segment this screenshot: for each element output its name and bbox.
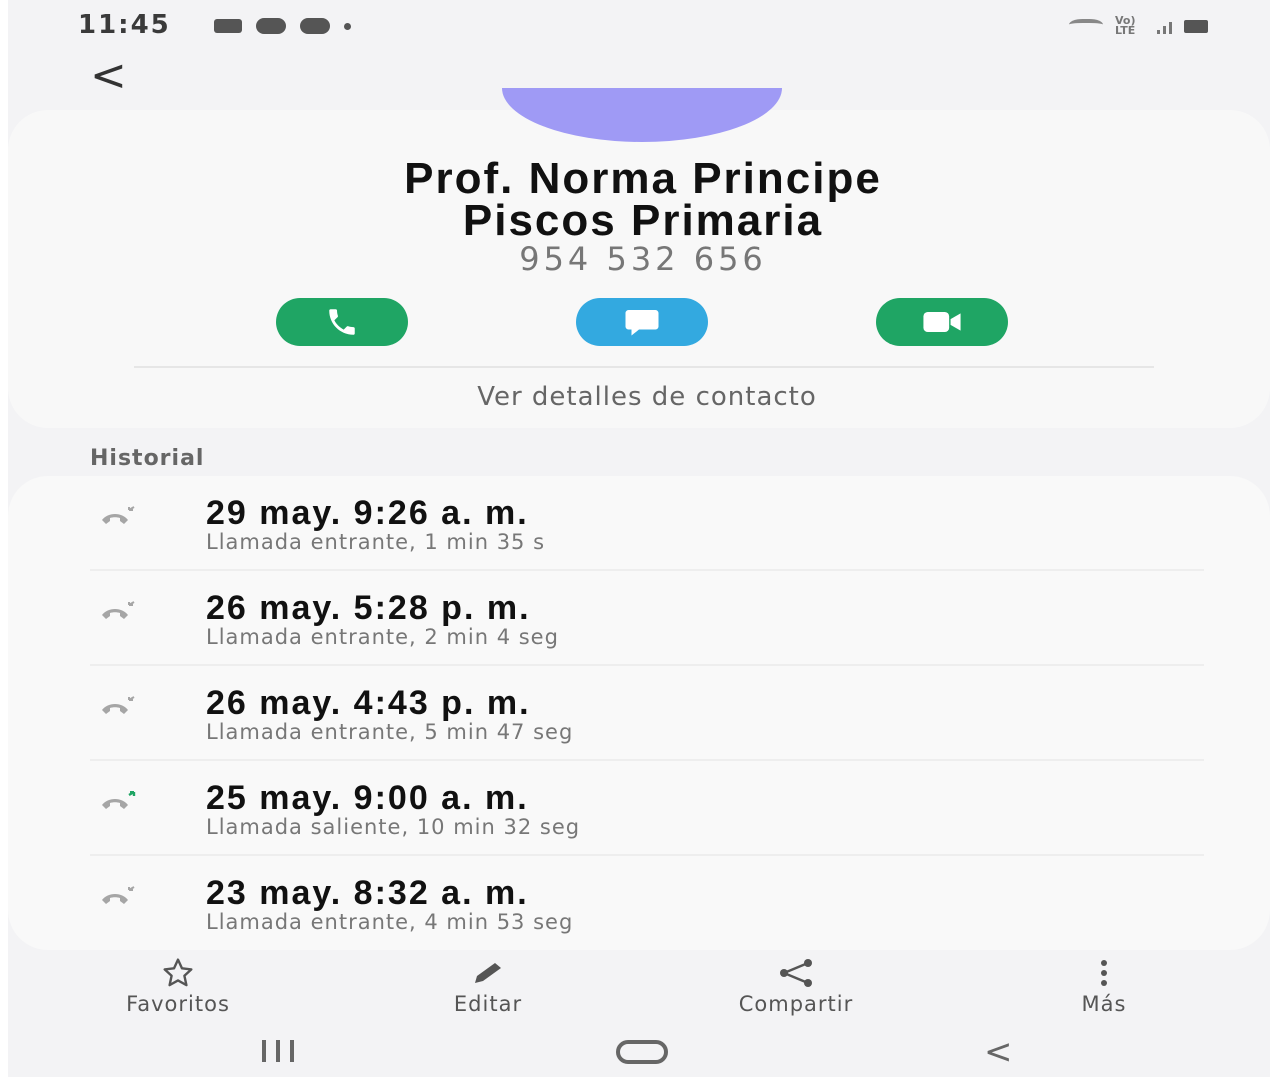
star-icon [68, 956, 288, 990]
view-contact-details-link[interactable]: Ver detalles de contacto [8, 382, 1272, 412]
edit-button[interactable]: Editar [378, 956, 598, 1016]
history-row-title: 26 may. 5:28 p. m. [206, 589, 531, 627]
share-label: Compartir [738, 992, 854, 1016]
more-notifications-dot-icon [344, 22, 351, 30]
recents-button[interactable] [262, 1040, 294, 1062]
status-time: 11:45 [78, 10, 171, 40]
gallery-notification-icon [214, 19, 242, 33]
favorites-button[interactable]: Favoritos [68, 956, 288, 1016]
history-row-subtitle: Llamada entrante, 5 min 47 seg [206, 720, 574, 744]
back-button[interactable]: < [90, 54, 127, 98]
share-button[interactable]: Compartir [686, 956, 906, 1016]
incoming-call-icon [98, 506, 138, 538]
history-row-subtitle: Llamada entrante, 4 min 53 seg [206, 910, 574, 934]
history-row-title: 29 may. 9:26 a. m. [206, 494, 529, 532]
incoming-call-icon [98, 601, 138, 633]
message-button[interactable] [576, 298, 708, 346]
contact-name-line2: Piscos Primaria [462, 196, 824, 245]
history-row[interactable]: 26 may. 4:43 p. m. Llamada entrante, 5 m… [8, 666, 1270, 761]
system-navigation-bar: < [8, 1030, 1270, 1074]
phone-icon [329, 309, 355, 335]
contact-name-line1: Prof. Norma Principe [404, 154, 882, 203]
video-call-button[interactable] [876, 298, 1008, 346]
history-row[interactable]: 29 may. 9:26 a. m. Llamada entrante, 1 m… [8, 476, 1270, 571]
wifi-icon [1069, 19, 1103, 33]
outgoing-call-icon [98, 790, 138, 823]
nav-back-button[interactable]: < [984, 1032, 1013, 1072]
history-row-subtitle: Llamada entrante, 2 min 4 seg [206, 625, 559, 649]
contact-name: Prof. Norma Principe Piscos Primaria [8, 154, 1272, 245]
pencil-icon [378, 956, 598, 990]
status-bar: 11:45 Vo) LTE [8, 6, 1270, 46]
system-status-icons: Vo) LTE [1069, 14, 1208, 37]
battery-icon [1184, 19, 1208, 33]
incoming-call-icon [98, 696, 138, 728]
more-vertical-icon [994, 956, 1214, 990]
history-row[interactable]: 25 may. 9:00 a. m. Llamada saliente, 10 … [8, 761, 1270, 856]
contact-phone: 954 532 656 [519, 240, 767, 278]
share-icon [686, 956, 906, 990]
more-label: Más [1081, 992, 1127, 1016]
signal-icon [1157, 18, 1172, 34]
app-notification-icon [256, 18, 286, 34]
bottom-action-bar: Favoritos Editar Compartir Más [8, 956, 1270, 1020]
divider [134, 366, 1154, 368]
history-row-title: 26 may. 4:43 p. m. [206, 684, 531, 722]
edit-label: Editar [453, 992, 523, 1016]
history-row-subtitle: Llamada saliente, 10 min 32 seg [206, 815, 581, 839]
app-notification-icon-2 [300, 18, 330, 34]
network-type-label: Vo) LTE [1115, 14, 1136, 37]
video-icon [923, 312, 961, 332]
message-icon [625, 310, 659, 336]
favorites-label: Favoritos [126, 992, 230, 1016]
history-row-subtitle: Llamada entrante, 1 min 35 s [206, 530, 546, 554]
history-list: 29 may. 9:26 a. m. Llamada entrante, 1 m… [8, 476, 1270, 950]
more-button[interactable]: Más [994, 956, 1214, 1016]
home-button[interactable] [616, 1040, 668, 1064]
history-row[interactable]: 23 may. 8:32 a. m. Llamada entrante, 4 m… [8, 856, 1270, 951]
history-row-title: 23 may. 8:32 a. m. [206, 874, 529, 912]
call-button[interactable] [276, 298, 408, 346]
phone-screen: 11:45 Vo) LTE < Prof. Norma Principe Pis… [8, 0, 1270, 1077]
history-row-title: 25 may. 9:00 a. m. [206, 779, 529, 817]
incoming-call-icon [98, 886, 138, 918]
notification-icons [214, 18, 351, 34]
history-heading: Historial [90, 446, 205, 471]
history-row[interactable]: 26 may. 5:28 p. m. Llamada entrante, 2 m… [8, 571, 1270, 666]
